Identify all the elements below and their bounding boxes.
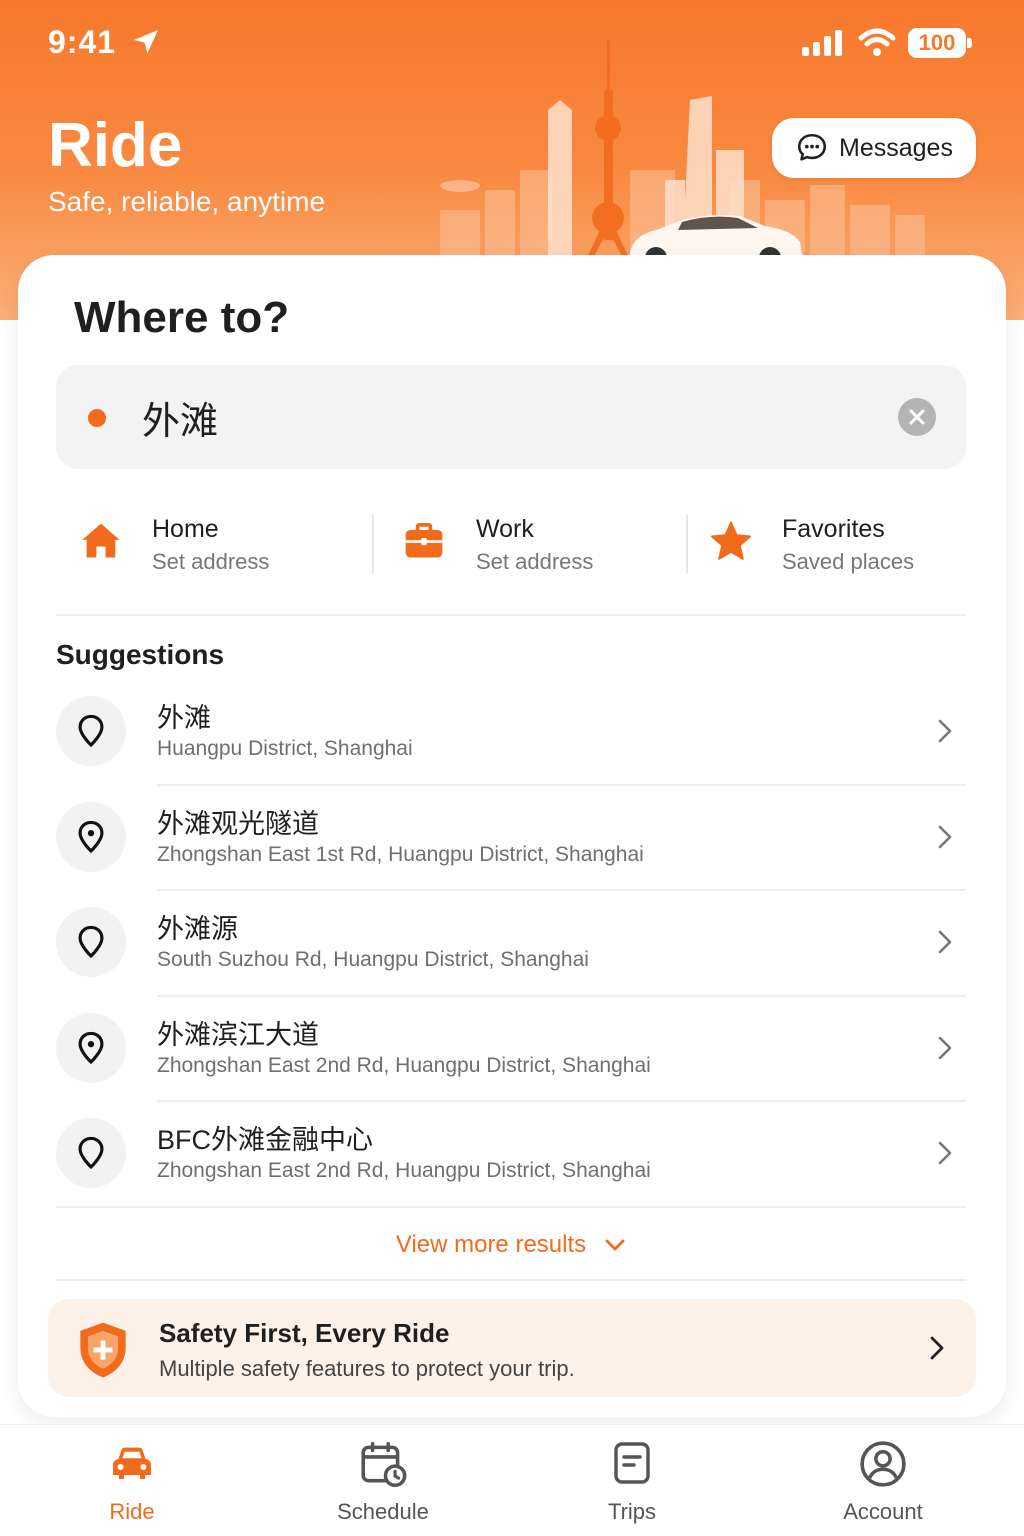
divider — [56, 614, 966, 616]
location-pin-icon — [56, 801, 126, 872]
battery-indicator: 100 — [908, 28, 966, 58]
divider — [56, 1205, 966, 1208]
divider — [372, 515, 374, 573]
wifi-icon — [858, 28, 896, 56]
status-time: 9:41 — [48, 24, 117, 60]
location-pin-icon — [56, 1012, 126, 1083]
destination-search-input[interactable] — [142, 387, 882, 447]
suggestion-address: Zhongshan East 2nd Rd, Huangpu District,… — [157, 1159, 651, 1183]
shield-icon — [80, 1322, 126, 1378]
divider — [686, 515, 688, 573]
bottom-tab-bar: Ride Schedule Trips Account — [0, 1424, 1024, 1536]
tab-account-label: Account — [843, 1499, 923, 1524]
chevron-right-icon — [938, 1142, 952, 1165]
status-bar: 9:41 100 — [0, 0, 1024, 90]
battery-tip — [967, 38, 972, 48]
clear-search-button[interactable] — [898, 398, 936, 436]
shortcut-home[interactable]: Home Set address — [78, 505, 348, 585]
view-more-label: View more results — [395, 1231, 587, 1258]
search-box[interactable] — [56, 365, 966, 469]
suggestions-list: 外滩 Huangpu District, Shanghai 外滩观光隧道 Zho… — [56, 680, 966, 1208]
location-pin-icon — [56, 907, 126, 978]
chevron-right-icon — [938, 1036, 952, 1060]
star-icon — [710, 521, 752, 560]
suggestion-name: BFC外滩金融中心 — [157, 1125, 373, 1156]
shortcut-work-label: Work — [476, 515, 534, 543]
suggestion-name: 外滩滨江大道 — [157, 1019, 319, 1050]
page-subtitle: Safe, reliable, anytime — [48, 186, 326, 217]
calendar-clock-icon — [361, 1442, 407, 1488]
chevron-right-icon — [938, 825, 952, 848]
tab-ride-label: Ride — [109, 1499, 155, 1524]
chevron-right-icon — [930, 1336, 944, 1360]
safety-subtitle: Multiple safety features to protect your… — [159, 1356, 575, 1381]
briefcase-icon — [405, 523, 443, 558]
suggestion-name: 外滩源 — [157, 914, 238, 945]
shortcut-favorites[interactable]: Favorites Saved places — [708, 505, 966, 585]
suggestion-name: 外滩观光隧道 — [157, 808, 319, 839]
home-icon — [82, 523, 120, 558]
shortcut-work[interactable]: Work Set address — [402, 505, 672, 585]
suggestion-item[interactable]: 外滩 Huangpu District, Shanghai — [56, 680, 966, 786]
tab-trips-label: Trips — [607, 1499, 657, 1524]
suggestions-heading: Suggestions — [56, 639, 225, 670]
location-pin-icon — [56, 1118, 126, 1189]
where-to-heading: Where to? — [74, 293, 290, 342]
tab-schedule[interactable]: Schedule — [303, 1439, 463, 1529]
suggestion-item[interactable]: 外滩源 South Suzhou Rd, Huangpu District, S… — [56, 891, 966, 997]
tab-account[interactable]: Account — [803, 1439, 963, 1529]
shortcut-favorites-label: Favorites — [782, 515, 885, 543]
location-arrow-icon — [134, 30, 158, 54]
close-icon — [909, 409, 925, 425]
tab-schedule-label: Schedule — [337, 1499, 429, 1524]
safety-banner[interactable]: Safety First, Every Ride Multiple safety… — [48, 1299, 976, 1397]
saved-places-shortcuts: Home Set address Work Set address Favori… — [56, 505, 966, 585]
messages-button[interactable]: Messages — [772, 118, 976, 178]
document-icon — [614, 1442, 650, 1484]
chevron-right-icon — [938, 719, 952, 743]
tab-ride[interactable]: Ride — [52, 1439, 212, 1529]
shortcut-home-label: Home — [152, 515, 219, 543]
divider — [56, 1279, 966, 1281]
suggestion-item[interactable]: 外滩观光隧道 Zhongshan East 1st Rd, Huangpu Di… — [56, 786, 966, 892]
shortcut-favorites-sub: Saved places — [782, 549, 915, 574]
suggestion-address: South Suzhou Rd, Huangpu District, Shang… — [157, 948, 589, 972]
car-icon — [113, 1447, 151, 1479]
chevron-right-icon — [938, 930, 952, 954]
suggestion-item[interactable]: BFC外滩金融中心 Zhongshan East 2nd Rd, Huangpu… — [56, 1102, 966, 1208]
location-pin-icon — [56, 696, 126, 766]
page-title: Ride — [48, 111, 183, 180]
destination-dot-icon — [88, 409, 106, 427]
suggestion-name: 外滩 — [157, 703, 211, 733]
shortcut-home-sub: Set address — [152, 549, 270, 574]
cellular-signal-icon — [802, 30, 842, 56]
shortcut-work-sub: Set address — [476, 549, 594, 574]
destination-card: Where to? Home Set address Work — [18, 255, 1006, 1417]
suggestion-address: Zhongshan East 2nd Rd, Huangpu District,… — [157, 1053, 651, 1077]
user-icon — [860, 1441, 906, 1487]
safety-title: Safety First, Every Ride — [159, 1318, 450, 1348]
chat-bubble-icon — [797, 133, 827, 161]
chevron-down-icon — [605, 1239, 625, 1251]
tab-trips[interactable]: Trips — [552, 1439, 712, 1529]
messages-label: Messages — [839, 133, 953, 162]
suggestion-address: Zhongshan East 1st Rd, Huangpu District,… — [157, 842, 644, 866]
suggestion-item[interactable]: 外滩滨江大道 Zhongshan East 2nd Rd, Huangpu Di… — [56, 997, 966, 1103]
suggestion-address: Huangpu District, Shanghai — [157, 737, 413, 760]
view-more-results-button[interactable]: View more results — [56, 1225, 966, 1265]
